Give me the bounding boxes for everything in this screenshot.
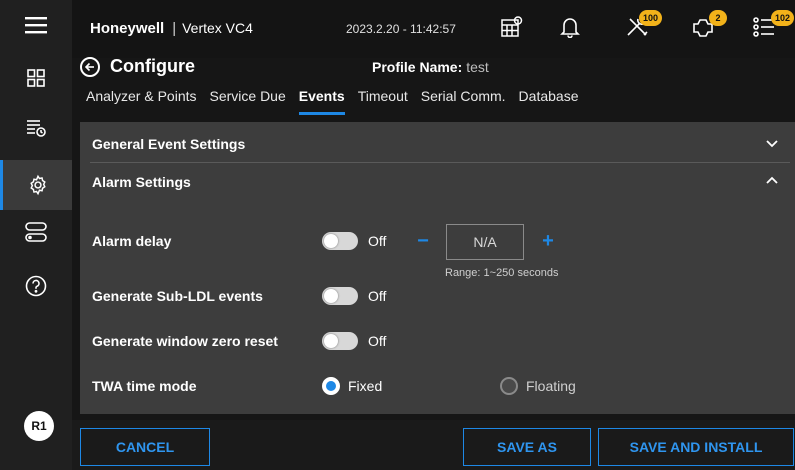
bell-icon[interactable] xyxy=(554,12,586,42)
settings-gear-icon[interactable] xyxy=(0,160,72,210)
sub-ldl-toggle[interactable]: Off xyxy=(322,287,386,305)
twa-time-mode-label: TWA time mode xyxy=(92,378,197,394)
tab-events[interactable]: Events xyxy=(298,88,345,115)
alarm-delay-state: Off xyxy=(368,233,387,249)
alarm-delay-label: Alarm delay xyxy=(92,233,172,249)
sensor-badge: 2 xyxy=(709,10,727,26)
tab-service-due[interactable]: Service Due xyxy=(210,88,286,115)
toggle-knob xyxy=(324,234,338,248)
profile-name: Profile Name: test xyxy=(372,59,489,75)
alarm-settings-title: Alarm Settings xyxy=(92,174,191,190)
alarm-delay-input[interactable] xyxy=(446,224,524,260)
save-as-button[interactable]: SAVE AS xyxy=(463,428,591,466)
twa-floating-radio[interactable]: Floating xyxy=(500,377,576,395)
calendar-settings-icon[interactable] xyxy=(496,12,528,42)
alarm-settings-header[interactable]: Alarm Settings xyxy=(80,162,795,202)
toggle-track xyxy=(322,287,358,305)
toggle-knob xyxy=(324,289,338,303)
event-list-icon[interactable] xyxy=(0,108,72,148)
menu-icon[interactable] xyxy=(0,5,72,45)
twa-floating-label: Floating xyxy=(526,378,576,394)
tab-timeout[interactable]: Timeout xyxy=(358,88,408,115)
device-model: Vertex VC4 xyxy=(182,20,253,36)
toggle-knob xyxy=(324,334,338,348)
sub-ldl-state: Off xyxy=(368,288,387,304)
profile-label: Profile Name: xyxy=(372,59,463,75)
dashboard-grid-icon[interactable] xyxy=(0,58,72,98)
cancel-button[interactable]: CANCEL xyxy=(80,428,210,466)
user-avatar[interactable]: R1 xyxy=(24,411,54,441)
tools-badge: 100 xyxy=(638,10,662,26)
sub-ldl-label: Generate Sub-LDL events xyxy=(92,288,263,304)
increment-button[interactable]: + xyxy=(538,230,558,252)
alarm-delay-toggle[interactable]: Off xyxy=(322,232,386,250)
sidebar: R1 xyxy=(0,0,72,470)
config-tabs: Analyzer & Points Service Due Events Tim… xyxy=(86,88,591,115)
events-panel: General Event Settings Alarm Settings Al… xyxy=(80,122,795,414)
radio-unselected-icon xyxy=(500,377,518,395)
window-zero-reset-state: Off xyxy=(368,333,387,349)
brand-separator: | xyxy=(172,20,177,37)
toggle-track xyxy=(322,332,358,350)
page-title: Configure xyxy=(80,56,195,77)
chevron-up-icon xyxy=(765,174,779,191)
decrement-button[interactable]: − xyxy=(413,230,433,252)
checklist-badge: 102 xyxy=(770,10,794,26)
twa-fixed-label: Fixed xyxy=(348,378,383,394)
top-bar: Honeywell | Vertex VC4 2023.2.20 - 11:42:5… xyxy=(72,0,795,58)
twa-fixed-radio[interactable]: Fixed xyxy=(322,377,382,395)
sensor-icon[interactable]: 2 xyxy=(687,10,727,42)
radio-selected-icon xyxy=(322,377,340,395)
general-event-settings-header[interactable]: General Event Settings xyxy=(80,124,795,164)
brand-name: Honeywell xyxy=(90,20,165,37)
tools-icon[interactable]: 100 xyxy=(622,10,662,42)
profile-value: test xyxy=(466,59,489,75)
general-event-settings-title: General Event Settings xyxy=(92,136,246,152)
checklist-icon[interactable]: 102 xyxy=(748,10,794,42)
tab-analyzer-points[interactable]: Analyzer & Points xyxy=(86,88,197,115)
toggle-track xyxy=(322,232,358,250)
tab-serial-comm[interactable]: Serial Comm. xyxy=(421,88,506,115)
window-zero-reset-toggle[interactable]: Off xyxy=(322,332,386,350)
datetime-display: 2023.2.20 - 11:42:57 xyxy=(346,22,456,36)
alarm-delay-range: Range: 1~250 seconds xyxy=(445,267,559,279)
back-arrow-icon[interactable] xyxy=(80,56,100,77)
action-bar: CANCEL SAVE AS SAVE AND INSTALL xyxy=(72,420,795,470)
tab-database[interactable]: Database xyxy=(519,88,579,115)
help-icon[interactable] xyxy=(0,266,72,306)
brand: Honeywell | Vertex VC4 xyxy=(90,20,253,37)
page-title-text: Configure xyxy=(110,56,195,76)
chevron-down-icon xyxy=(765,136,779,153)
storage-icon[interactable] xyxy=(0,212,72,252)
window-zero-reset-label: Generate window zero reset xyxy=(92,333,278,349)
save-and-install-button[interactable]: SAVE AND INSTALL xyxy=(598,428,794,466)
